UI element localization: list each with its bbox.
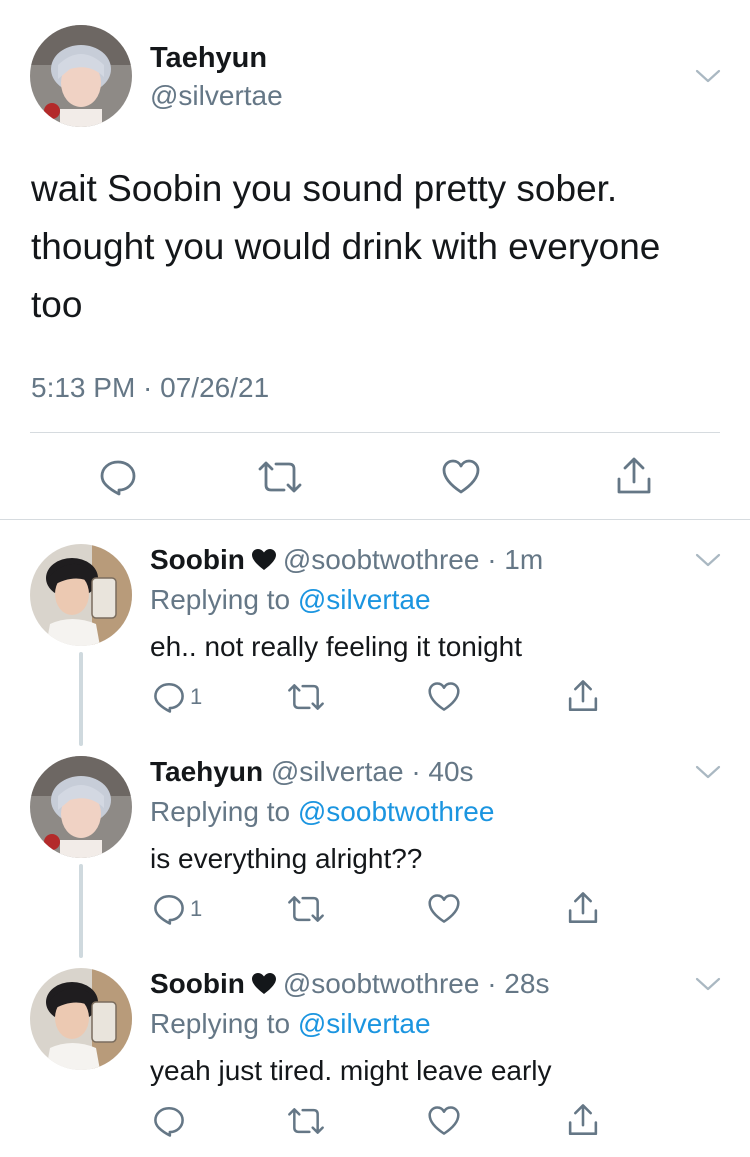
retweet-button[interactable] [286,1106,326,1136]
avatar[interactable] [30,968,132,1070]
reply-tweet: Soobin @soobtwothree · 28s Replying to @s… [0,944,750,1157]
divider [30,432,720,433]
reply-icon [154,894,184,925]
tweet-time[interactable]: · 1m [487,544,543,575]
retweet-icon [288,684,324,710]
replying-to-label: Replying to [150,1008,298,1039]
retweet-icon [288,1108,324,1134]
chevron-down-icon[interactable] [695,552,721,568]
like-button[interactable] [427,681,461,713]
avatar[interactable] [30,25,132,127]
like-icon [428,1106,460,1135]
main-tweet: Taehyun @silvertae wait Soobin you sound… [0,0,750,520]
reply-icon [100,460,136,496]
share-button[interactable] [565,1102,601,1138]
author-handle[interactable]: @soobtwothree [283,968,480,999]
tweet-time[interactable]: · 28s [487,968,549,999]
black-heart-icon [251,973,276,994]
tweet-text: wait Soobin you sound pretty sober. thou… [31,168,661,325]
tweet-actions: 1 [0,892,750,928]
replying-to: Replying to @silvertae [150,584,431,616]
reply-button[interactable] [98,457,138,497]
avatar[interactable] [30,544,132,646]
retweet-icon [288,896,324,922]
share-icon [568,1104,598,1135]
mention-link[interactable]: @silvertae [298,584,431,615]
tweet-actions [0,455,750,499]
retweet-icon [258,461,302,493]
share-icon [568,680,598,711]
like-button[interactable] [441,458,481,496]
tweet-actions [0,1104,750,1140]
mention-link[interactable]: @soobtwothree [298,796,495,827]
like-button[interactable] [427,893,461,925]
author-handle[interactable]: @soobtwothree [283,544,480,575]
author-name[interactable]: Soobin [150,544,245,575]
share-icon [568,892,598,923]
replying-to: Replying to @soobtwothree [150,796,494,828]
like-icon [428,682,460,711]
reply-header: Taehyun @silvertae · 40s [150,756,474,788]
reply-header: Soobin @soobtwothree · 28s [150,968,549,1000]
retweet-button[interactable] [256,459,304,495]
black-heart-icon [251,549,276,570]
share-button[interactable] [565,678,601,714]
reply-count: 1 [190,684,203,709]
like-icon [442,459,480,494]
tweet-time[interactable]: · 40s [411,756,473,787]
like-icon [428,894,460,923]
chevron-down-icon[interactable] [695,976,721,992]
reply-button[interactable]: 1 [152,680,202,714]
replying-to-label: Replying to [150,796,298,827]
reply-header: Soobin @soobtwothree · 1m [150,544,543,576]
retweet-button[interactable] [286,682,326,712]
reply-tweet: Taehyun @silvertae · 40s Replying to @so… [0,732,750,944]
like-button[interactable] [427,1105,461,1137]
share-button[interactable] [613,455,655,497]
tweet-actions: 1 [0,680,750,716]
chevron-down-icon[interactable] [695,68,721,84]
tweet-text: yeah just tired. might leave early [150,1055,552,1086]
tweet-text: eh.. not really feeling it tonight [150,631,523,662]
tweet-timestamp[interactable]: 5:13 PM · 07/26/21 [31,372,269,404]
replying-to-label: Replying to [150,584,298,615]
reply-count: 1 [190,896,203,921]
author-name[interactable]: Soobin [150,968,245,999]
reply-icon [154,1106,184,1137]
replying-to: Replying to @silvertae [150,1008,431,1040]
mention-link[interactable]: @silvertae [298,1008,431,1039]
tweet-text: is everything alright?? [150,843,423,874]
reply-tweet: Soobin @soobtwothree · 1m Replying to @si… [0,520,750,732]
author-handle[interactable]: @silvertae [271,756,404,787]
retweet-button[interactable] [286,894,326,924]
chevron-down-icon[interactable] [695,764,721,780]
author-name[interactable]: Taehyun [150,756,263,787]
reply-button[interactable]: 1 [152,892,202,926]
reply-button[interactable] [152,1104,186,1138]
avatar[interactable] [30,756,132,858]
share-button[interactable] [565,890,601,926]
author-handle[interactable]: @silvertae [150,80,283,112]
author-name[interactable]: Taehyun [150,42,267,75]
reply-icon [154,682,184,713]
share-icon [617,457,651,494]
